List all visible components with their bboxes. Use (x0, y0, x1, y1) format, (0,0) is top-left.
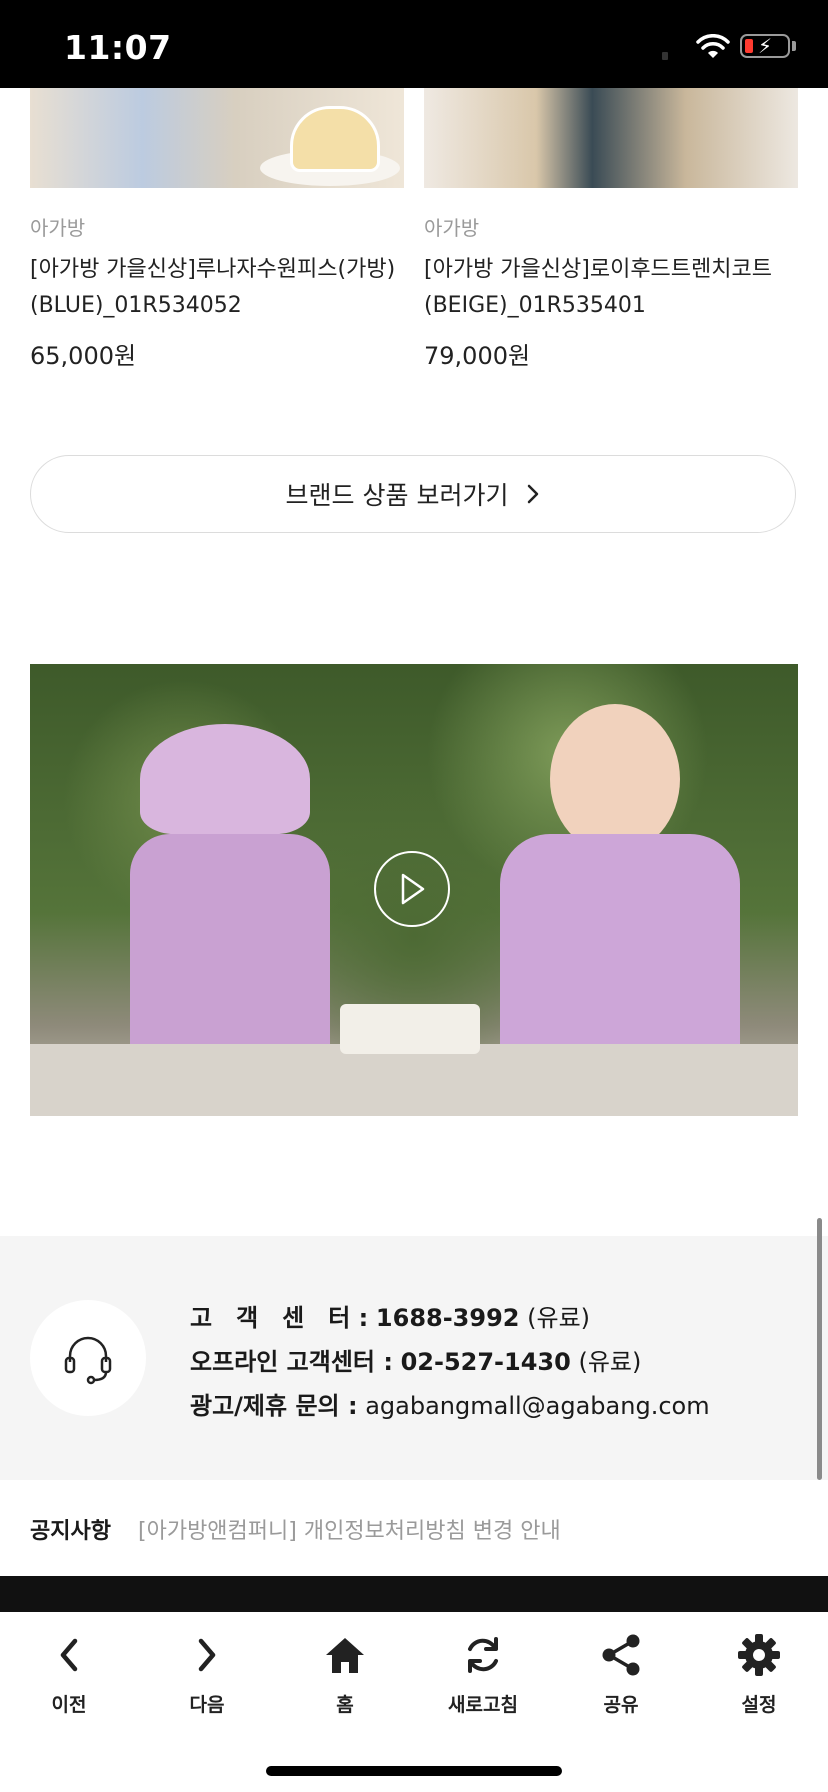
forward-button[interactable]: 다음 (152, 1626, 262, 1717)
refresh-label: 새로고침 (448, 1694, 518, 1716)
scrollbar[interactable] (817, 1218, 822, 1480)
offline-center-line[interactable]: 오프라인 고객센터 : 02-527-1430 (유료) (190, 1342, 641, 1377)
video-thumbnail-detail (550, 704, 680, 854)
product-brand: 아가방 (424, 216, 480, 240)
video-thumbnail-detail (140, 724, 310, 834)
refresh-icon (468, 1637, 498, 1673)
headset-icon (30, 1300, 146, 1416)
cs-suffix: (유료) (527, 1304, 591, 1332)
brand-video[interactable] (30, 664, 798, 1116)
product-price: 79,000원 (424, 342, 531, 370)
gear-icon (738, 1634, 780, 1676)
cs-suffix: (유료) (578, 1348, 642, 1376)
settings-button[interactable]: 설정 (704, 1626, 814, 1717)
ad-inquiry-line[interactable]: 광고/제휴 문의 : agabangmall@agabang.com (190, 1386, 710, 1421)
back-label: 이전 (51, 1694, 87, 1716)
video-thumbnail-detail (130, 834, 330, 1064)
home-indicator[interactable] (266, 1766, 562, 1776)
cs-label: 오프라인 고객센터 : (190, 1348, 393, 1376)
status-time: 11:07 (64, 28, 172, 67)
cs-phone[interactable]: 02-527-1430 (401, 1348, 571, 1376)
share-icon (602, 1634, 640, 1676)
chevron-left-icon (60, 1638, 78, 1672)
notice-bar[interactable]: 공지사항 [아가방앤컴퍼니] 개인정보처리방침 변경 안내 (0, 1480, 828, 1576)
brand-products-label: 브랜드 상품 보러가기 (285, 481, 509, 510)
play-icon (401, 873, 425, 905)
notice-text[interactable]: [아가방앤컴퍼니] 개인정보처리방침 변경 안내 (138, 1513, 561, 1545)
home-icon (326, 1638, 364, 1673)
product-image-2[interactable] (424, 88, 798, 188)
product-image-1[interactable] (30, 88, 404, 188)
share-button[interactable]: 공유 (566, 1626, 676, 1717)
video-thumbnail-detail (30, 1044, 798, 1116)
share-label: 공유 (603, 1694, 639, 1716)
settings-label: 설정 (741, 1694, 777, 1716)
cellular-signal-icon (662, 52, 668, 60)
product-price: 65,000원 (30, 342, 137, 370)
bottom-toolbar: 이전 다음 홈 새로고침 공유 설정 (0, 1612, 828, 1792)
back-button[interactable]: 이전 (14, 1626, 124, 1717)
home-button[interactable]: 홈 (290, 1626, 400, 1717)
cs-email[interactable]: agabangmall@agabang.com (365, 1392, 709, 1420)
chevron-right-icon (198, 1638, 216, 1672)
battery-cap (792, 41, 796, 51)
cs-label: 광고/제휴 문의 : (190, 1392, 358, 1420)
cs-label: 고 객 센 터 : (190, 1304, 369, 1332)
product-name[interactable]: [아가방 가을신상]로이후드트렌치코트(BEIGE)_01R535401 (424, 252, 804, 324)
footer-band (0, 1576, 828, 1612)
forward-label: 다음 (189, 1694, 225, 1716)
battery-icon: ⚡ (740, 34, 790, 58)
status-bar: 11:07 ⚡ (0, 0, 828, 88)
video-thumbnail-detail (340, 1004, 480, 1054)
cs-phone[interactable]: 1688-3992 (376, 1304, 520, 1332)
chevron-right-icon (528, 484, 539, 504)
product-name[interactable]: [아가방 가을신상]루나자수원피스(가방)(BLUE)_01R534052 (30, 252, 410, 324)
customer-center-panel: 고 객 센 터 : 1688-3992 (유료) 오프라인 고객센터 : 02-… (0, 1236, 828, 1480)
brand-products-button[interactable]: 브랜드 상품 보러가기 (30, 455, 796, 533)
refresh-button[interactable]: 새로고침 (428, 1626, 538, 1717)
product-brand: 아가방 (30, 216, 86, 240)
customer-center-line[interactable]: 고 객 센 터 : 1688-3992 (유료) (190, 1298, 590, 1333)
notice-label: 공지사항 (30, 1519, 111, 1544)
play-button[interactable] (374, 851, 450, 927)
home-label: 홈 (336, 1694, 354, 1716)
wifi-icon (696, 34, 730, 58)
